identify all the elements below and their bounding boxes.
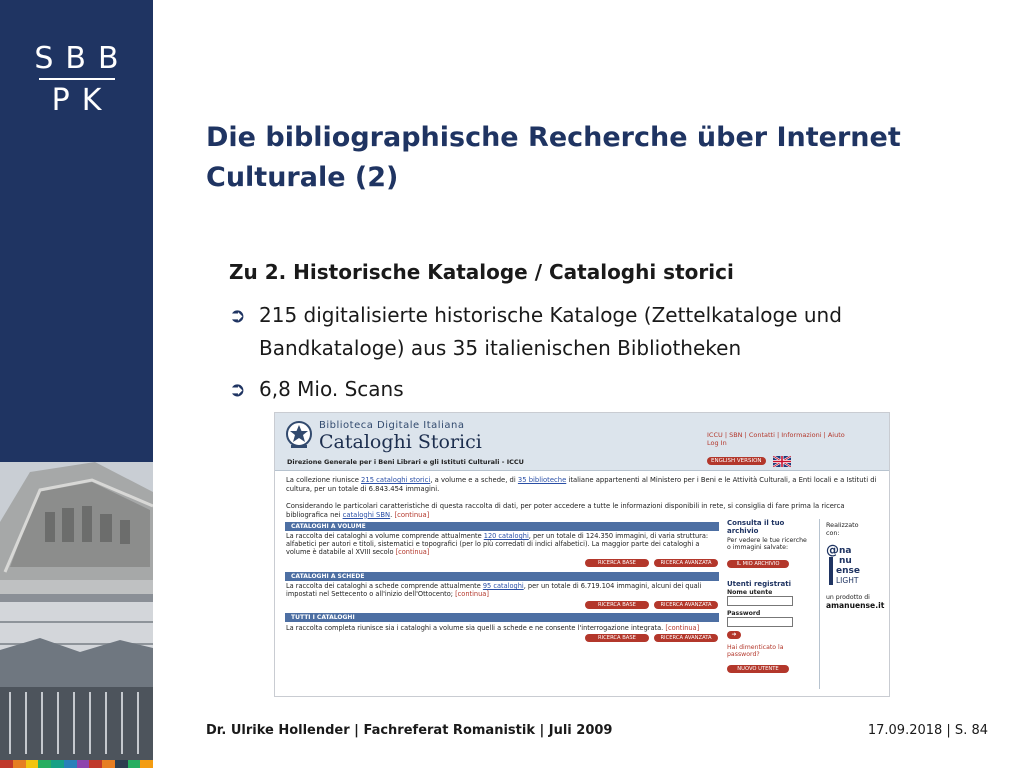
ricerca-avanzata-button[interactable]: RICERCA AVANZATA bbox=[654, 634, 718, 642]
ricerca-base-button[interactable]: RICERCA BASE bbox=[585, 559, 649, 567]
archive-text: Per vedere le tue ricerche o immagini sa… bbox=[727, 537, 807, 552]
section-text-schede: La raccolta dei cataloghi a schede compr… bbox=[286, 582, 702, 599]
card-catalogs-link[interactable]: 95 cataloghi bbox=[483, 582, 524, 590]
section-subheading: Zu 2. Historische Kataloge / Cataloghi s… bbox=[229, 260, 734, 284]
ricerca-base-button[interactable]: RICERCA BASE bbox=[585, 601, 649, 609]
section-text-volume: La raccolta dei cataloghi a volume compr… bbox=[286, 532, 709, 557]
uk-flag-icon[interactable] bbox=[773, 456, 791, 467]
go-arrow-button[interactable]: ➜ bbox=[727, 630, 741, 639]
ricerca-base-button[interactable]: RICERCA BASE bbox=[585, 634, 649, 642]
svg-text:nu: nu bbox=[839, 556, 852, 566]
nav-links[interactable]: ICCU | SBN | Contatti | Informazioni | A… bbox=[707, 431, 885, 439]
library-building-photo bbox=[0, 462, 153, 762]
svg-text:na: na bbox=[839, 546, 851, 556]
password-input[interactable] bbox=[727, 616, 793, 627]
catalog-count-link[interactable]: 215 cataloghi storici bbox=[361, 476, 430, 484]
english-version-button[interactable]: ENGLISH VERSION bbox=[707, 457, 766, 465]
ricerca-avanzata-button[interactable]: RICERCA AVANZATA bbox=[654, 559, 718, 567]
continua-link[interactable]: [continua] bbox=[394, 511, 429, 519]
new-user-button[interactable]: NUOVO UTENTE bbox=[727, 664, 789, 673]
forgot-password-link[interactable]: Hai dimenticato la password? bbox=[727, 644, 797, 659]
intro-paragraph-1: La collezione riunisce 215 cataloghi sto… bbox=[286, 476, 877, 493]
continua-link[interactable]: [continua] bbox=[665, 624, 699, 632]
section-bar-volume: CATALOGHI A VOLUME bbox=[285, 522, 719, 531]
amanuense-credit: Realizzato con: @ na nu ense LIGHT un pr… bbox=[826, 521, 886, 610]
site-name: Cataloghi Storici bbox=[319, 431, 482, 453]
sidebar: SBB PK bbox=[0, 0, 153, 768]
continua-link[interactable]: [continua] bbox=[455, 590, 489, 598]
archive-heading: Consulta il tuo archivio bbox=[727, 519, 785, 535]
password-label: Password bbox=[727, 609, 761, 617]
username-input[interactable] bbox=[727, 595, 793, 606]
login-link[interactable]: Log In bbox=[707, 439, 885, 447]
bullet-item: ➲ 6,8 Mio. Scans bbox=[229, 373, 404, 406]
svg-text:@: @ bbox=[826, 543, 839, 558]
volume-catalogs-link[interactable]: 120 cataloghi bbox=[484, 532, 529, 540]
svg-text:LIGHT: LIGHT bbox=[836, 576, 859, 585]
ricerca-avanzata-button[interactable]: RICERCA AVANZATA bbox=[654, 601, 718, 609]
color-strip bbox=[0, 760, 153, 768]
bullet-text: 215 digitalisierte historische Kataloge … bbox=[259, 303, 842, 360]
my-archive-button[interactable]: IL MIO ARCHIVIO bbox=[727, 559, 789, 568]
bullet-item: ➲ 215 digitalisierte historische Katalog… bbox=[229, 299, 929, 365]
amanuense-logo: @ na nu ense LIGHT bbox=[826, 543, 860, 585]
footer-author: Dr. Ulrike Hollender | Fachreferat Roman… bbox=[206, 723, 613, 738]
column-divider bbox=[819, 519, 820, 689]
logo-line-1: SBB bbox=[34, 41, 131, 76]
section-bar-tutti: TUTTI I CATALOGHI bbox=[285, 613, 719, 622]
logo-rule bbox=[38, 78, 115, 80]
sbn-catalog-link[interactable]: cataloghi SBN bbox=[343, 511, 391, 519]
logo-line-2: PK bbox=[51, 83, 114, 118]
department-text: Direzione Generale per i Beni Librari e … bbox=[287, 458, 524, 466]
cataloghi-storici-screenshot: Biblioteca Digitale Italiana Cataloghi S… bbox=[274, 412, 890, 697]
sbb-pk-logo: SBB PK bbox=[0, 42, 153, 118]
svg-text:ense: ense bbox=[836, 566, 860, 576]
libraries-link[interactable]: 35 biblioteche bbox=[518, 476, 566, 484]
arrow-bullet-icon: ➲ bbox=[229, 377, 246, 401]
top-links[interactable]: ICCU | SBN | Contatti | Informazioni | A… bbox=[707, 431, 885, 447]
italian-emblem-icon bbox=[286, 421, 312, 448]
arrow-bullet-icon: ➲ bbox=[229, 303, 246, 327]
screenshot-header: Biblioteca Digitale Italiana Cataloghi S… bbox=[275, 413, 889, 471]
slide-title: Die bibliographische Recherche über Inte… bbox=[206, 122, 901, 193]
intro-paragraph-2: Considerando le particolari caratteristi… bbox=[286, 502, 845, 519]
amanuense-site-link[interactable]: amanuense.it bbox=[826, 602, 886, 610]
footer-date-page: 17.09.2018 | S. 84 bbox=[867, 723, 988, 738]
made-with-text: Realizzato con: bbox=[826, 521, 859, 537]
continua-link[interactable]: [continua] bbox=[396, 548, 430, 556]
section-text-tutti: La raccolta completa riunisce sia i cata… bbox=[286, 624, 700, 632]
section-bar-schede: CATALOGHI A SCHEDE bbox=[285, 572, 719, 581]
brand-text: Biblioteca Digitale Italiana bbox=[319, 420, 465, 431]
bullet-text: 6,8 Mio. Scans bbox=[259, 377, 404, 401]
